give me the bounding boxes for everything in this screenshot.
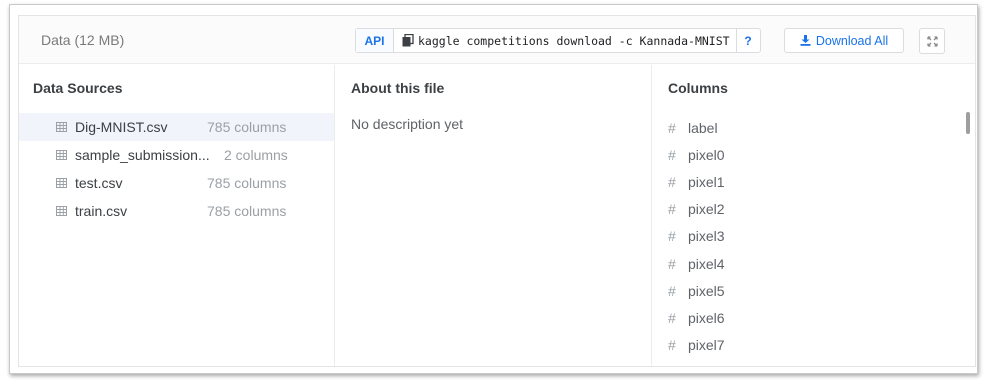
column-item[interactable]: # pixel6: [668, 304, 725, 331]
columns-column: Columns # label # pixel0 # pixel1 # pixel2 #…: [652, 65, 975, 366]
api-command-text: kaggle competitions download -c Kannada-…: [418, 33, 730, 48]
table-icon: [56, 178, 67, 188]
data-size-title: Data (12 MB): [41, 32, 125, 48]
columns-scrollbar[interactable]: [966, 112, 970, 134]
data-header: Data (12 MB) API kaggle competitions dow…: [19, 16, 975, 64]
columns-heading: Columns: [668, 80, 728, 96]
hash-icon: #: [668, 201, 676, 218]
data-source-list: Dig-MNIST.csv 785 columns sample_submiss…: [19, 113, 334, 225]
download-all-button[interactable]: Download All: [784, 28, 904, 53]
source-name: test.csv: [75, 175, 123, 191]
table-icon: [56, 122, 67, 132]
file-description: No description yet: [351, 116, 464, 132]
hash-icon: #: [668, 337, 676, 354]
source-column-count: 2 columns: [224, 147, 288, 163]
source-item-dig-mnist[interactable]: Dig-MNIST.csv 785 columns: [19, 113, 334, 141]
column-item[interactable]: # label: [668, 114, 725, 141]
hash-icon: #: [668, 119, 676, 136]
source-item-sample-submission[interactable]: sample_submission... 2 columns: [19, 141, 334, 169]
source-item-train[interactable]: train.csv 785 columns: [19, 197, 334, 225]
column-name: pixel3: [688, 228, 725, 245]
column-item[interactable]: # pixel1: [668, 168, 725, 195]
api-command-group: API kaggle competitions download -c Kann…: [355, 28, 761, 53]
api-help-button[interactable]: ?: [735, 29, 760, 52]
column-item[interactable]: # pixel3: [668, 223, 725, 250]
data-panel: Data (12 MB) API kaggle competitions dow…: [18, 15, 976, 367]
column-name: pixel0: [688, 146, 725, 163]
column-name: pixel7: [688, 337, 725, 354]
api-button[interactable]: API: [356, 29, 394, 52]
hash-icon: #: [668, 282, 676, 299]
column-name: pixel2: [688, 201, 725, 218]
column-name: label: [688, 119, 718, 136]
download-icon: [800, 35, 811, 46]
column-item[interactable]: # pixel5: [668, 277, 725, 304]
hash-icon: #: [668, 173, 676, 190]
column-item[interactable]: # pixel2: [668, 196, 725, 223]
about-file-column: About this file No description yet: [335, 65, 652, 366]
column-name: pixel6: [688, 309, 725, 326]
hash-icon: #: [668, 146, 676, 163]
column-item[interactable]: # pixel0: [668, 141, 725, 168]
hash-icon: #: [668, 309, 676, 326]
hash-icon: #: [668, 255, 676, 272]
api-command-box[interactable]: kaggle competitions download -c Kannada-…: [394, 29, 736, 52]
column-item[interactable]: # pixel4: [668, 250, 725, 277]
source-column-count: 785 columns: [207, 175, 287, 191]
source-name: Dig-MNIST.csv: [75, 119, 168, 135]
hash-icon: #: [668, 228, 676, 245]
copy-icon[interactable]: [402, 34, 414, 47]
source-item-test[interactable]: test.csv 785 columns: [19, 169, 334, 197]
source-name: sample_submission...: [75, 147, 210, 163]
table-icon: [56, 150, 67, 160]
expand-icon: [926, 35, 938, 47]
column-name: pixel4: [688, 255, 725, 272]
source-name: train.csv: [75, 203, 128, 219]
window-frame: Data (12 MB) API kaggle competitions dow…: [9, 4, 978, 374]
data-sources-column: Data Sources Dig-MNIST.csv 785 columns s: [19, 65, 335, 366]
source-column-count: 785 columns: [207, 203, 287, 219]
column-list: # label # pixel0 # pixel1 # pixel2 # pixel3 #…: [668, 114, 725, 359]
expand-button[interactable]: [919, 28, 945, 54]
column-item[interactable]: # pixel7: [668, 332, 725, 359]
about-file-heading: About this file: [351, 80, 445, 96]
data-sources-heading: Data Sources: [33, 80, 123, 96]
column-name: pixel1: [688, 173, 725, 190]
download-all-label: Download All: [815, 33, 889, 48]
source-column-count: 785 columns: [207, 119, 287, 135]
table-icon: [56, 206, 67, 216]
column-name: pixel5: [688, 282, 725, 299]
